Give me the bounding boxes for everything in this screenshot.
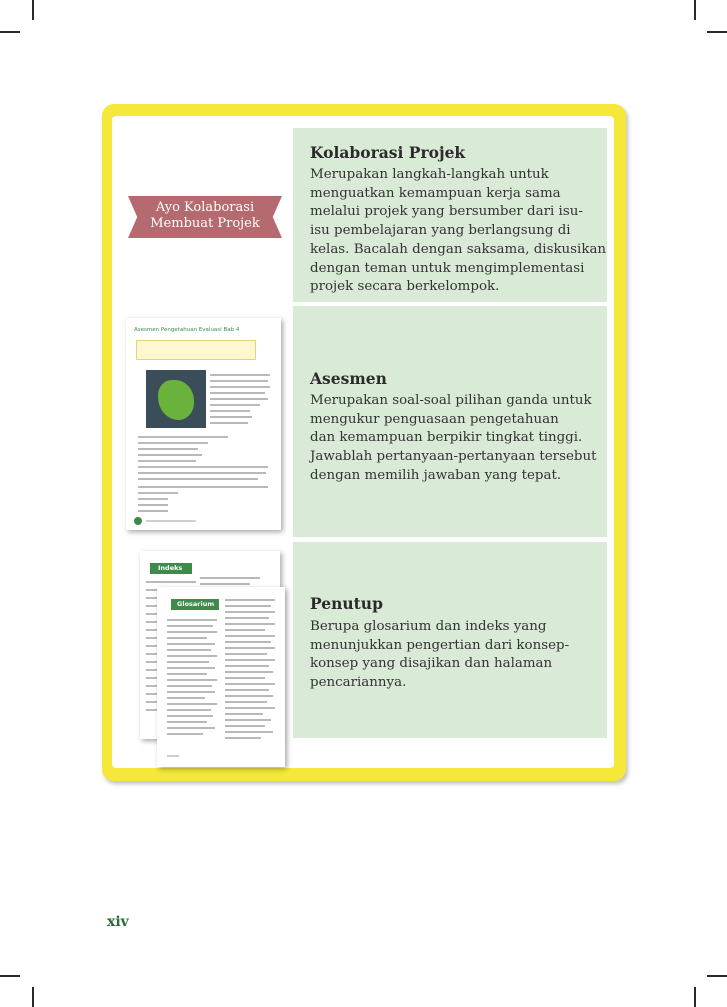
section-title: Kolaborasi Projek	[310, 143, 466, 162]
map-image	[146, 370, 206, 428]
thumb-note-box	[136, 340, 256, 360]
section-line: dengan memilih jawaban yang tepat.	[310, 467, 562, 483]
glosarium-page-thumbnail: Glosarium	[157, 587, 285, 767]
section-line: projek secara berkelompok.	[310, 279, 500, 295]
crop-mark	[32, 987, 34, 1007]
crop-mark	[707, 31, 727, 33]
page-badge	[134, 517, 142, 525]
crop-mark	[694, 987, 696, 1007]
section-line: mengukur penguasaan pengetahuan	[310, 411, 559, 427]
crop-mark	[0, 31, 20, 33]
section-line: melalui projek yang bersumber dari isu-	[310, 204, 583, 220]
section-line: menguatkan kemampuan kerja sama	[310, 185, 561, 201]
page-number: xiv	[107, 914, 129, 930]
section-line: Merupakan langkah-langkah untuk	[310, 167, 549, 182]
section-title: Asesmen	[310, 369, 387, 388]
section-line: kelas. Bacalah dengan saksama, diskusika…	[310, 241, 607, 257]
crop-mark	[694, 0, 696, 20]
crop-mark	[0, 975, 20, 977]
section-line: pencariannya.	[310, 675, 407, 691]
indeks-header: Indeks	[150, 563, 192, 574]
section-line: konsep yang disajikan dan halaman	[310, 656, 553, 672]
section-line: Berupa glosarium dan indeks yang	[310, 619, 547, 634]
thumb-title: Glosarium	[177, 600, 215, 608]
glosarium-header: Glosarium	[171, 599, 219, 610]
asesmen-page-thumbnail: Asesmen Pengetahuan Evaluasi Bab 4	[126, 318, 281, 530]
section-line: dan kemampuan berpikir tingkat tinggi.	[310, 430, 583, 446]
section-line: Jawablah pertanyaan-pertanyaan tersebut	[310, 449, 597, 465]
thumb-title: Asesmen Pengetahuan Evaluasi Bab 4	[134, 327, 240, 333]
section-penutup: Penutup Berupa glosarium dan indeks yang…	[293, 542, 607, 738]
banner-line: Ayo Kolaborasi	[155, 200, 255, 215]
kolaborasi-banner: Ayo Kolaborasi Membuat Projek	[128, 196, 282, 238]
section-kolaborasi: Kolaborasi Projek Merupakan langkah-lang…	[293, 128, 607, 302]
section-title: Penutup	[310, 594, 383, 613]
banner-line: Membuat Projek	[150, 216, 260, 231]
section-line: isu pembelajaran yang berlangsung di	[310, 223, 571, 239]
crop-mark	[707, 975, 727, 977]
section-line: Merupakan soal-soal pilihan ganda untuk	[310, 393, 592, 408]
section-line: menunjukkan pengertian dari konsep-	[310, 637, 570, 653]
crop-mark	[32, 0, 34, 20]
thumb-title: Indeks	[158, 564, 183, 572]
section-asesmen: Asesmen Merupakan soal-soal pilihan gand…	[293, 306, 607, 537]
section-line: dengan teman untuk mengimplementasi	[310, 260, 585, 276]
